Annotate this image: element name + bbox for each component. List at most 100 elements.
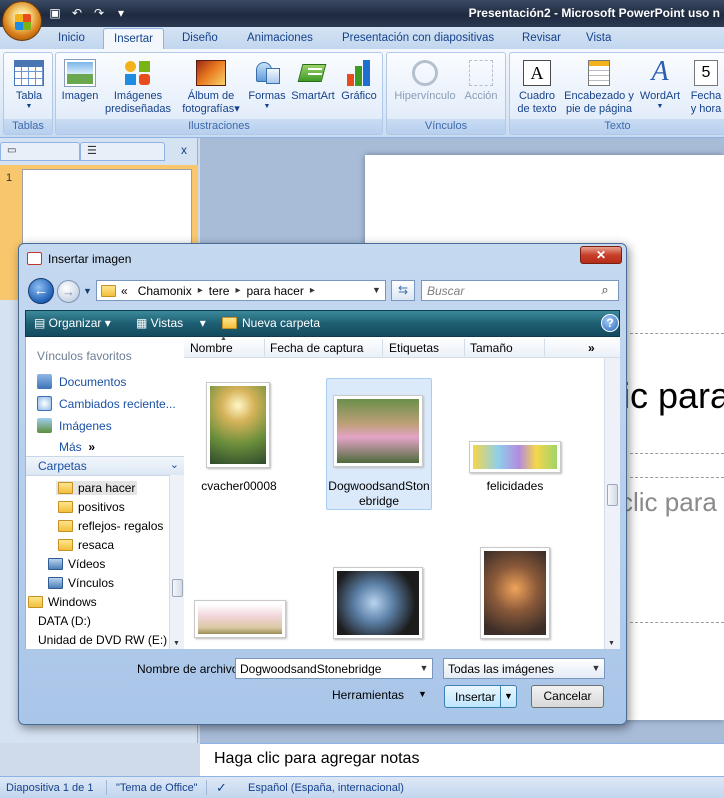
nueva-carpeta-button[interactable]: Nueva carpeta: [222, 316, 320, 330]
tree-item-resaca[interactable]: resaca: [58, 538, 114, 552]
tab-revisar[interactable]: Revisar: [512, 28, 571, 49]
more-columns-icon[interactable]: »: [588, 341, 595, 355]
address-dropdown-icon[interactable]: ▼: [368, 281, 385, 300]
tab-slides[interactable]: ▭: [0, 142, 80, 161]
language[interactable]: Español (España, internacional): [248, 782, 404, 794]
redo-icon[interactable]: ↷: [90, 5, 108, 21]
spelling-check-icon[interactable]: ✓: [216, 780, 227, 796]
column-separator[interactable]: [544, 339, 545, 356]
file-name[interactable]: felicidades: [466, 479, 564, 494]
refresh-button[interactable]: ⇆: [391, 280, 415, 301]
file-name[interactable]: DogwoodsandSton ebridge: [326, 479, 432, 509]
breadcrumb-chamonix[interactable]: Chamonix: [138, 284, 192, 298]
tree-item-videos[interactable]: Vídeos: [48, 557, 105, 571]
imagen-button[interactable]: Imagen: [59, 56, 101, 103]
filter-dropdown-icon[interactable]: ▼: [588, 659, 604, 678]
notes-pane[interactable]: Haga clic para agregar notas: [200, 743, 724, 776]
smartart-button[interactable]: SmartArt: [289, 56, 337, 103]
scroll-down-icon[interactable]: ▼: [173, 640, 180, 647]
hipervinculo-button[interactable]: Hipervínculo: [390, 56, 460, 103]
office-button[interactable]: [2, 1, 42, 41]
tab-animaciones[interactable]: Animaciones: [237, 28, 323, 49]
tab-outline[interactable]: ☰: [80, 142, 165, 161]
favorite-documentos[interactable]: Documentos: [37, 374, 126, 389]
tree-item-para-hacer[interactable]: para hacer: [56, 481, 138, 495]
file-thumbnail[interactable]: [480, 547, 550, 639]
insert-options-dropdown-icon[interactable]: ▼: [500, 686, 516, 707]
herramientas-button[interactable]: Herramientas: [332, 688, 404, 702]
tree-item-windows[interactable]: Windows: [28, 595, 97, 609]
scroll-down-icon[interactable]: ▼: [608, 640, 615, 647]
vistas-button[interactable]: ▦ Vistas ▾: [136, 316, 206, 330]
chevron-right-icon[interactable]: ▸: [235, 285, 240, 296]
undo-icon[interactable]: ↶: [68, 5, 86, 21]
column-nombre[interactable]: Nombre: [190, 341, 233, 355]
file-thumbnail[interactable]: [333, 395, 423, 467]
tree-item-vinculos[interactable]: Vínculos: [48, 576, 114, 590]
file-thumbnail[interactable]: [206, 382, 270, 468]
breadcrumb-tere[interactable]: tere: [209, 284, 230, 298]
address-bar[interactable]: « Chamonix ▸ tere ▸ para hacer ▸: [96, 280, 386, 301]
column-etiquetas[interactable]: Etiquetas: [389, 341, 439, 355]
favorite-imagenes[interactable]: Imágenes: [37, 418, 112, 433]
chevron-right-icon[interactable]: ▸: [198, 285, 203, 296]
tab-vista[interactable]: Vista: [576, 28, 621, 49]
breadcrumb-para-hacer[interactable]: para hacer: [246, 284, 303, 298]
favorite-mas[interactable]: Más »: [59, 440, 95, 454]
search-icon[interactable]: ⌕: [597, 282, 613, 298]
tree-item-dvd-drive[interactable]: Unidad de DVD RW (E:): [38, 633, 167, 649]
organizar-button[interactable]: ▤ Organizar ▾: [34, 316, 111, 330]
file-list-scrollbar[interactable]: ▼: [604, 358, 620, 649]
close-pane-icon[interactable]: x: [181, 143, 187, 157]
back-button[interactable]: ←: [28, 278, 54, 304]
cuadro-texto-button[interactable]: A Cuadro de texto: [513, 56, 561, 115]
file-thumbnail[interactable]: [333, 567, 423, 639]
tools-dropdown-icon[interactable]: ▼: [418, 689, 427, 699]
filename-dropdown-icon[interactable]: ▼: [416, 659, 432, 678]
tab-inicio[interactable]: Inicio: [48, 28, 95, 49]
folders-header[interactable]: Carpetas ⌄: [26, 456, 185, 476]
fecha-hora-button[interactable]: 5 Fecha y hora: [686, 56, 724, 115]
tree-item-positivos[interactable]: positivos: [58, 500, 125, 514]
file-name[interactable]: cvacher00008: [194, 479, 284, 494]
tree-item-reflejos[interactable]: reflejos- regalos: [58, 519, 163, 533]
cancelar-button[interactable]: Cancelar: [531, 685, 604, 708]
accion-button[interactable]: Acción: [460, 56, 502, 103]
column-headers: Nombre ▲ Fecha de captura Etiquetas Tama…: [184, 335, 620, 358]
recent-pages-dropdown-icon[interactable]: ▼: [83, 284, 93, 298]
tree-item-data-drive[interactable]: DATA (D:): [38, 614, 91, 628]
filename-input[interactable]: DogwoodsandStonebridge: [235, 658, 433, 679]
column-separator[interactable]: [464, 339, 465, 356]
folder-tree-scrollbar[interactable]: ▼: [169, 475, 185, 649]
customize-qat-icon[interactable]: ▾: [112, 5, 130, 21]
search-input[interactable]: Buscar: [421, 280, 619, 301]
save-icon[interactable]: ▣: [46, 5, 64, 21]
grafico-button[interactable]: Gráfico: [338, 56, 380, 103]
favorite-cambiados[interactable]: Cambiados reciente...: [37, 396, 176, 411]
scrollbar-thumb[interactable]: [607, 484, 618, 506]
chevron-right-icon[interactable]: ▸: [310, 285, 315, 296]
formas-button[interactable]: Formas ▼: [245, 56, 289, 111]
album-fotografias-button[interactable]: Álbum de fotografías▾: [176, 56, 246, 115]
forward-button[interactable]: →: [57, 280, 80, 303]
column-separator[interactable]: [382, 339, 383, 356]
title-placeholder[interactable]: ic para: [622, 375, 724, 417]
wordart-button[interactable]: A WordArt ▼: [636, 56, 684, 111]
column-tamano[interactable]: Tamaño: [470, 341, 513, 355]
fecha-label-2: y hora: [690, 102, 722, 115]
encabezado-pie-button[interactable]: Encabezado y pie de página: [562, 56, 636, 115]
tab-diseno[interactable]: Diseño: [172, 28, 228, 49]
tab-insertar[interactable]: Insertar: [103, 28, 164, 49]
help-icon[interactable]: ?: [601, 314, 619, 332]
file-thumbnail[interactable]: [469, 441, 561, 473]
tab-presentacion[interactable]: Presentación con diapositivas: [332, 28, 504, 49]
file-thumbnail[interactable]: [194, 600, 286, 638]
column-fecha[interactable]: Fecha de captura: [270, 341, 363, 355]
subtitle-placeholder[interactable]: clic para: [620, 487, 717, 518]
tabla-button[interactable]: Tabla ▼: [8, 56, 50, 111]
scrollbar-thumb[interactable]: [172, 579, 183, 597]
close-button[interactable]: ✕: [580, 246, 622, 264]
column-separator[interactable]: [264, 339, 265, 356]
file-type-filter[interactable]: Todas las imágenes: [443, 658, 605, 679]
imagenes-prediseñadas-button[interactable]: Imágenes prediseñadas: [104, 56, 172, 115]
